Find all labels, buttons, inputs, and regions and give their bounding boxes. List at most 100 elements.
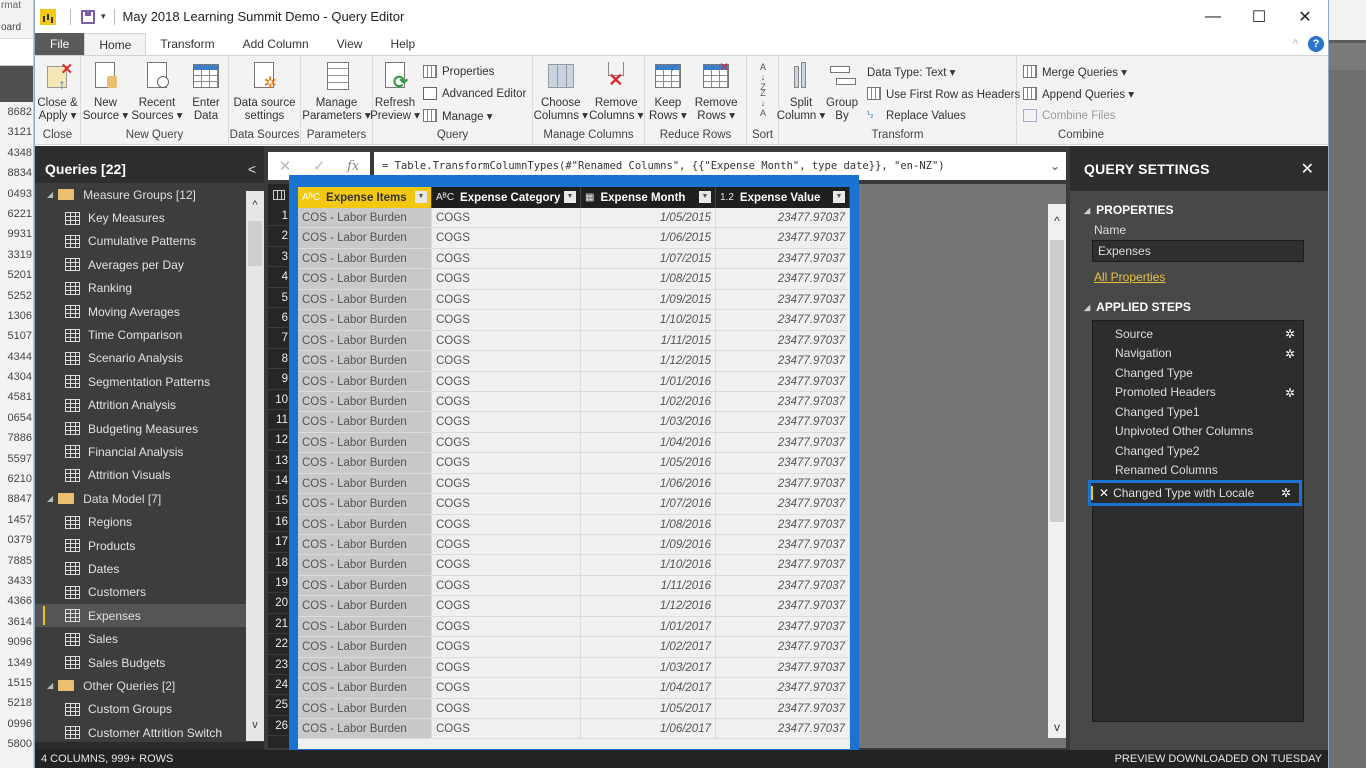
table-cell[interactable]: COS - Labor Burden [298,575,432,596]
row-number[interactable]: 16 [268,512,290,533]
query-item[interactable]: Financial Analysis [35,440,264,463]
table-cell[interactable]: COS - Labor Burden [298,330,432,351]
table-cell[interactable]: 1/10/2016 [581,555,716,575]
query-item[interactable]: Products [35,534,264,557]
table-cell[interactable]: COGS [432,698,581,718]
table-cell[interactable]: 23477.97037 [716,514,850,534]
row-number[interactable]: 26 [268,716,290,737]
table-cell[interactable]: 23477.97037 [716,453,850,473]
table-cell[interactable]: 1/12/2015 [581,351,716,371]
table-cell[interactable]: 1/11/2016 [581,575,716,596]
table-cell[interactable]: 1/07/2016 [581,494,716,514]
table-cell[interactable]: COGS [432,637,581,657]
table-cell[interactable]: COS - Labor Burden [298,391,432,412]
scroll-thumb[interactable] [1050,240,1064,522]
query-item[interactable]: Customer Attrition Switch [35,721,264,742]
scroll-up-icon[interactable]: ^ [246,199,264,217]
table-cell[interactable]: 23477.97037 [716,289,850,310]
merge-queries-button[interactable]: Merge Queries ▾ [1023,62,1134,81]
row-number[interactable]: 6 [268,308,290,329]
table-cell[interactable]: 1/10/2015 [581,310,716,330]
expand-icon[interactable]: ◢ [47,494,53,503]
table-cell[interactable]: COGS [432,514,581,534]
table-cell[interactable]: COS - Labor Burden [298,535,432,555]
table-cell[interactable]: 1/01/2017 [581,616,716,637]
query-item[interactable]: Sales Budgets [35,651,264,674]
table-cell[interactable]: 1/11/2015 [581,330,716,351]
column-filter-dropdown[interactable]: ▼ [564,191,576,203]
row-number[interactable]: 7 [268,328,290,349]
scroll-down-icon[interactable]: v [1048,720,1066,734]
row-number[interactable]: 12 [268,430,290,451]
table-cell[interactable]: COS - Labor Burden [298,208,432,228]
query-item[interactable]: Segmentation Patterns [35,370,264,393]
table-cell[interactable]: COGS [432,535,581,555]
expand-formula-icon[interactable]: ⌄ [1050,152,1060,180]
row-number[interactable]: 24 [268,675,290,696]
expand-icon[interactable]: ◢ [47,681,53,690]
query-item[interactable]: Attrition Analysis [35,394,264,417]
row-number[interactable]: 14 [268,471,290,492]
table-cell[interactable]: COS - Labor Burden [298,453,432,473]
row-number[interactable]: 11 [268,410,290,431]
maximize-button[interactable]: ☐ [1236,0,1282,33]
close-settings-icon[interactable]: ✕ [1301,159,1314,179]
table-cell[interactable]: COGS [432,310,581,330]
query-item[interactable]: Customers [35,581,264,604]
manage-button[interactable]: Manage ▾ [423,106,526,125]
confirm-formula-icon[interactable]: ✓ [313,157,326,175]
table-cell[interactable]: COS - Labor Burden [298,637,432,657]
applied-steps-header[interactable]: ◢ APPLIED STEPS [1070,300,1328,314]
column-header[interactable]: ▦ Expense Month ▼ [581,187,716,208]
grid-scrollbar[interactable]: ^ v [1048,204,1066,738]
scroll-up-icon[interactable]: ^ [1048,214,1066,228]
close-apply-button[interactable]: ✕ ↑ Close & Apply ▾ [35,60,80,128]
data-type-dropdown[interactable]: Data Type: Text ▾ [867,62,1029,81]
date-type-icon[interactable]: ▦ [585,192,594,203]
table-cell[interactable]: COGS [432,371,581,391]
table-cell[interactable]: COS - Labor Burden [298,494,432,514]
manage-parameters-button[interactable]: Manage Parameters ▾ [301,60,372,128]
quick-access-dropdown-icon[interactable]: ▾ [101,11,106,22]
applied-step[interactable]: Source ✲ [1093,324,1303,344]
table-cell[interactable]: COGS [432,248,581,269]
gear-icon[interactable]: ✲ [1285,386,1295,400]
row-number[interactable]: 10 [268,390,290,410]
table-cell[interactable]: 1/06/2016 [581,473,716,494]
data-source-settings-button[interactable]: ✲ Data source settings [229,60,299,128]
table-cell[interactable]: COGS [432,555,581,575]
query-item[interactable]: Regions [35,510,264,533]
table-cell[interactable]: COS - Labor Burden [298,473,432,494]
tab-view[interactable]: View [323,33,377,55]
combine-files-button[interactable]: Combine Files [1023,106,1134,125]
column-filter-dropdown[interactable]: ▼ [415,191,427,203]
table-cell[interactable]: COGS [432,575,581,596]
fx-icon[interactable]: fx [347,159,359,174]
table-cell[interactable]: COGS [432,432,581,453]
advanced-editor-button[interactable]: Advanced Editor [423,84,526,103]
table-cell[interactable]: 23477.97037 [716,678,850,698]
row-number[interactable]: 20 [268,593,290,614]
table-cell[interactable]: 23477.97037 [716,330,850,351]
use-first-row-headers-button[interactable]: Use First Row as Headers ▾ [867,84,1029,103]
sort-descending-button[interactable]: Z↓A [758,88,768,118]
scroll-thumb[interactable] [248,221,262,266]
table-cell[interactable]: 1/05/2016 [581,453,716,473]
decimal-type-icon[interactable]: 1.2 [720,192,734,203]
sort-ascending-button[interactable]: A↓Z [758,62,768,92]
table-cell[interactable]: 23477.97037 [716,208,850,228]
table-cell[interactable]: 1/03/2017 [581,657,716,678]
row-number[interactable]: 9 [268,369,290,390]
query-item[interactable]: Custom Groups [35,698,264,721]
table-cell[interactable]: COGS [432,351,581,371]
query-group[interactable]: ◢ Measure Groups [12] [35,183,264,206]
tab-help[interactable]: Help [376,33,429,55]
table-cell[interactable]: COS - Labor Burden [298,310,432,330]
column-filter-dropdown[interactable]: ▼ [699,191,711,203]
query-item[interactable]: Cumulative Patterns [35,230,264,253]
query-group[interactable]: ◢ Data Model [7] [35,487,264,510]
query-item[interactable]: Attrition Visuals [35,464,264,487]
table-cell[interactable]: 1/09/2016 [581,535,716,555]
table-cell[interactable]: 1/02/2017 [581,637,716,657]
text-type-icon[interactable]: AᴮC [302,192,320,203]
